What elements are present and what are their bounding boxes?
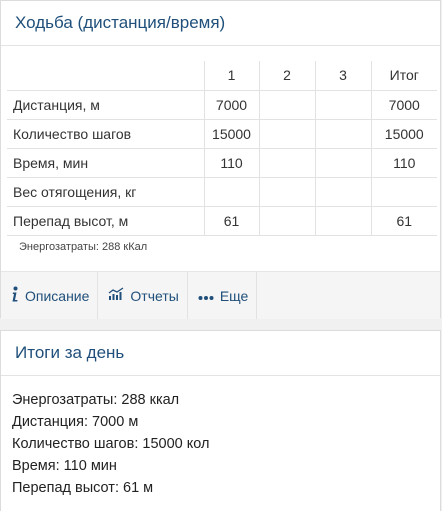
description-button[interactable]: Описание [1, 272, 99, 319]
row-label: Время, мин [7, 147, 205, 178]
value-cell-2[interactable] [258, 147, 316, 178]
row-label: Перепад высот, м [7, 205, 205, 236]
total-cell: 110 [370, 147, 437, 178]
value-cell-3[interactable] [314, 147, 372, 178]
header-cell-3: 3 [314, 61, 372, 91]
header-cell-total: Итог [370, 61, 437, 91]
table-header-row: 1 2 3 Итог [7, 61, 437, 91]
header-cell-2: 2 [258, 61, 316, 91]
day-summary-card: Итоги за день Энергозатраты: 288 ккал Ди… [0, 330, 441, 511]
walking-table: 1 2 3 Итог Дистанция, м 7000 7000 Количе… [7, 61, 437, 236]
header-cell-empty [7, 61, 205, 91]
description-label: Описание [25, 287, 90, 304]
table-row: Время, мин 110 110 [7, 147, 437, 178]
value-cell-1[interactable]: 110 [203, 147, 260, 178]
total-cell: 7000 [370, 89, 437, 120]
table-row: Количество шагов 15000 15000 [7, 118, 437, 149]
summary-line-steps: Количество шагов: 15000 кол [12, 436, 210, 452]
day-summary-list: Энергозатраты: 288 ккал Дистанция: 7000 … [12, 389, 209, 499]
dots-icon [198, 288, 220, 304]
reports-button[interactable]: Отчеты [98, 272, 188, 319]
info-icon [11, 286, 25, 305]
row-label: Дистанция, м [7, 89, 205, 120]
table-row: Перепад высот, м 61 61 [7, 205, 437, 236]
value-cell-2[interactable] [258, 89, 316, 120]
total-cell [370, 176, 437, 207]
total-cell: 61 [370, 205, 437, 236]
value-cell-1[interactable]: 15000 [203, 118, 260, 149]
table-row: Дистанция, м 7000 7000 [7, 89, 437, 120]
value-cell-2[interactable] [258, 176, 316, 207]
value-cell-3[interactable] [314, 205, 372, 236]
summary-line-elevation: Перепад высот: 61 м [12, 480, 154, 496]
summary-line-distance: Дистанция: 7000 м [12, 414, 139, 430]
table-row: Вес отягощения, кг [7, 176, 437, 207]
chart-icon [108, 287, 130, 304]
row-label: Вес отягощения, кг [7, 176, 205, 207]
walking-card-title: Ходьба (дистанция/время) [1, 1, 440, 46]
value-cell-1[interactable] [203, 176, 260, 207]
value-cell-3[interactable] [314, 118, 372, 149]
more-label: Еще [219, 287, 249, 304]
reports-label: Отчеты [130, 287, 179, 304]
card-toolbar: Описание Отчеты Еще [1, 271, 440, 319]
row-label: Количество шагов [7, 118, 205, 149]
value-cell-3[interactable] [314, 89, 372, 120]
more-button[interactable]: Еще [188, 272, 258, 319]
summary-line-energy: Энергозатраты: 288 ккал [12, 392, 180, 408]
day-summary-title: Итоги за день [1, 331, 440, 376]
header-cell-1: 1 [203, 61, 260, 91]
value-cell-2[interactable] [258, 205, 316, 236]
walking-card: Ходьба (дистанция/время) 1 2 3 Итог Дист… [0, 0, 441, 319]
total-cell: 15000 [370, 118, 437, 149]
energy-note: Энергозатраты: 288 кКал [19, 241, 148, 253]
summary-line-time: Время: 110 мин [12, 458, 117, 474]
value-cell-1[interactable]: 61 [203, 205, 260, 236]
value-cell-2[interactable] [258, 118, 316, 149]
value-cell-1[interactable]: 7000 [203, 89, 260, 120]
value-cell-3[interactable] [314, 176, 372, 207]
